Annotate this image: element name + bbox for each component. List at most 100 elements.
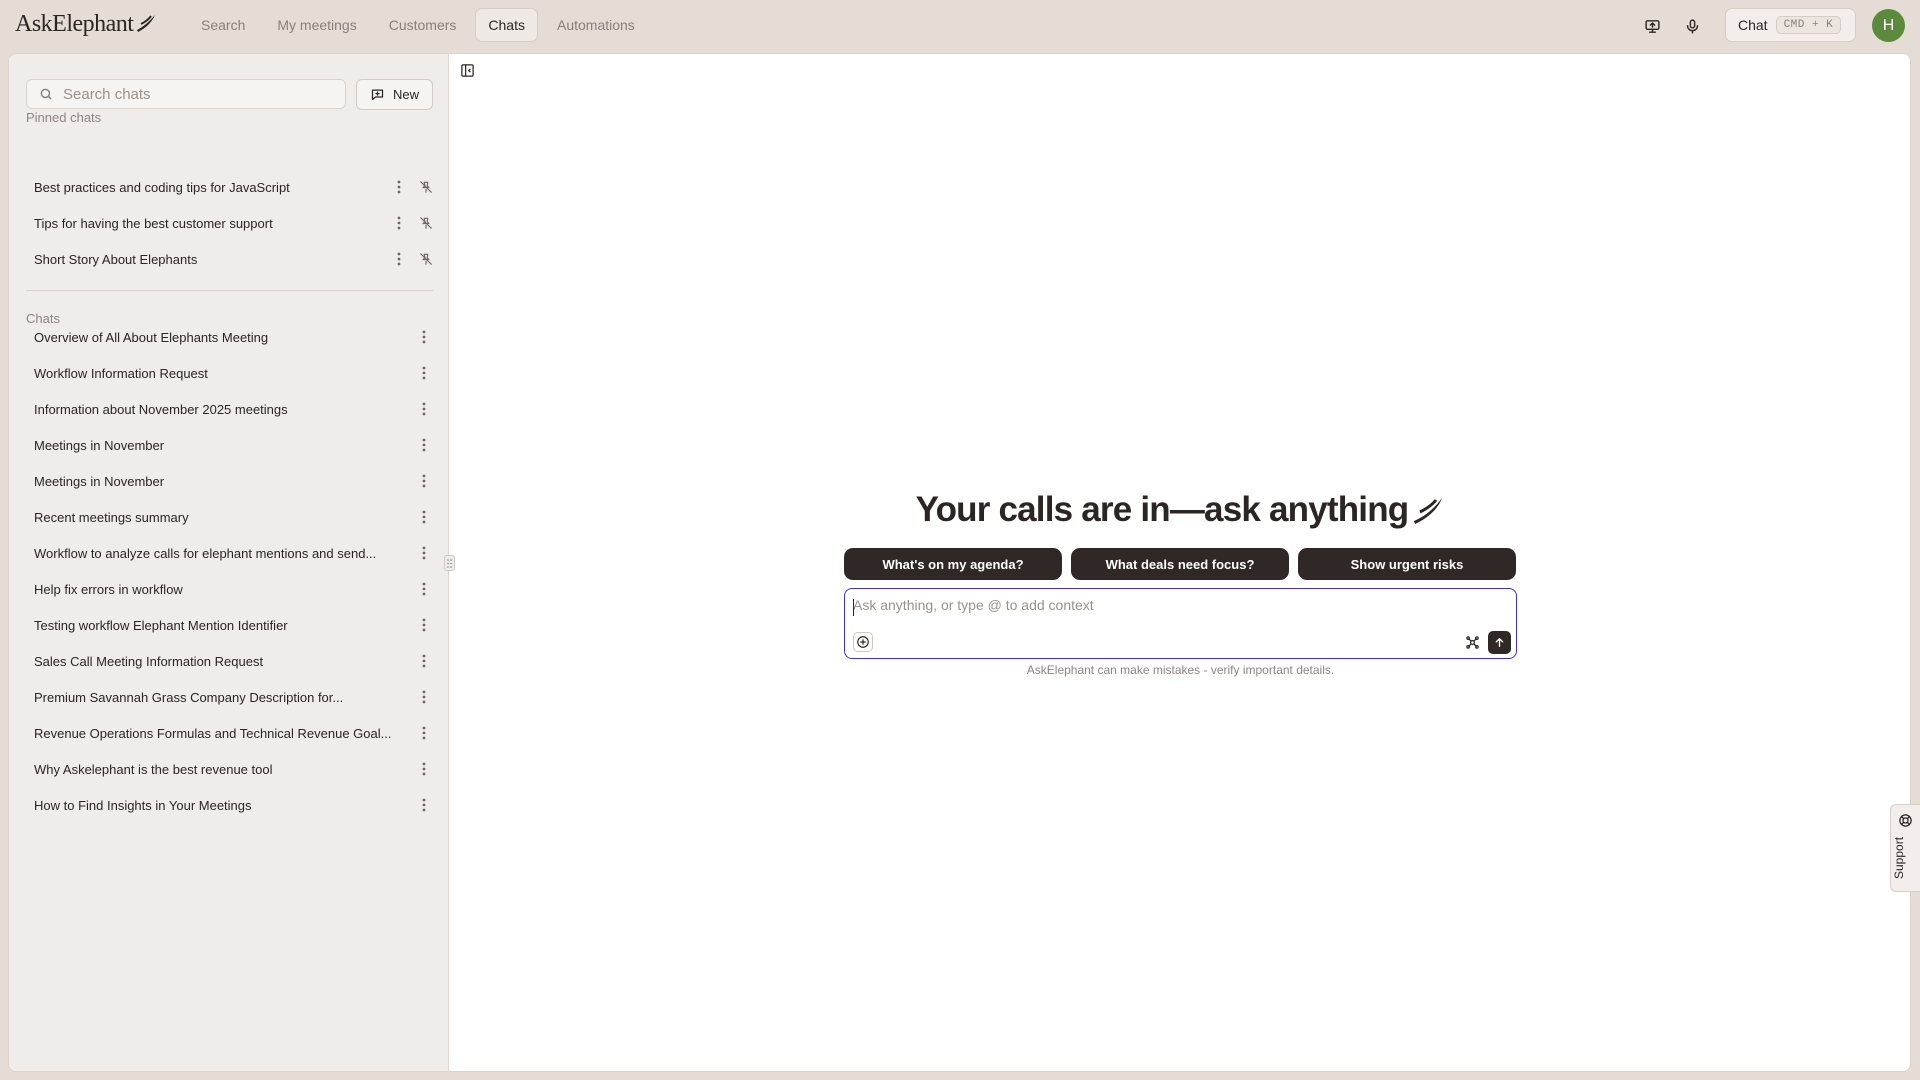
more-options-icon[interactable] bbox=[415, 796, 433, 814]
chat-list-item[interactable]: Overview of All About Elephants Meeting bbox=[21, 319, 441, 355]
lifebuoy-icon bbox=[1899, 814, 1912, 827]
nav-chats[interactable]: Chats bbox=[475, 8, 538, 42]
nav-my-meetings[interactable]: My meetings bbox=[264, 8, 369, 42]
chat-shortcut-button[interactable]: Chat CMD + K bbox=[1725, 8, 1856, 42]
sidebar-resize-handle[interactable] bbox=[444, 555, 455, 571]
chat-list-item[interactable]: Recent meetings summary bbox=[21, 499, 441, 535]
support-label: Support bbox=[1892, 836, 1906, 879]
more-options-icon[interactable] bbox=[390, 178, 408, 196]
hero-heading: Your calls are in—ask anything bbox=[450, 490, 1910, 530]
unpin-icon[interactable] bbox=[417, 178, 435, 196]
more-options-icon[interactable] bbox=[415, 616, 433, 634]
more-options-icon[interactable] bbox=[415, 508, 433, 526]
chat-title: Help fix errors in workflow bbox=[34, 581, 183, 597]
more-options-icon[interactable] bbox=[415, 580, 433, 598]
pinned-chats-heading: Pinned chats bbox=[26, 110, 102, 125]
app-logo-text: AskElephant bbox=[15, 11, 134, 37]
more-options-icon[interactable] bbox=[415, 436, 433, 454]
chat-title: Meetings in November bbox=[34, 437, 165, 453]
user-avatar[interactable]: H bbox=[1872, 9, 1905, 42]
unpin-icon[interactable] bbox=[417, 214, 435, 232]
disclaimer-text: AskElephant can make mistakes - verify i… bbox=[1026, 663, 1335, 677]
collapse-sidebar-icon[interactable] bbox=[458, 61, 476, 79]
nav-customers[interactable]: Customers bbox=[376, 8, 470, 42]
grip-icon bbox=[447, 558, 452, 568]
suggestion-agenda-button[interactable]: What's on my agenda? bbox=[844, 548, 1062, 580]
chat-list-item[interactable]: How to Find Insights in Your Meetings bbox=[21, 787, 441, 823]
chat-title: Premium Savannah Grass Company Descripti… bbox=[34, 689, 344, 705]
chat-title: Overview of All About Elephants Meeting bbox=[34, 329, 269, 345]
more-options-icon[interactable] bbox=[415, 652, 433, 670]
more-options-icon[interactable] bbox=[415, 544, 433, 562]
chat-list-item[interactable]: Help fix errors in workflow bbox=[21, 571, 441, 607]
search-chats-input[interactable] bbox=[63, 85, 323, 103]
search-chats-box[interactable] bbox=[26, 79, 346, 109]
chat-title: Short Story About Elephants bbox=[34, 251, 198, 267]
chat-title: Workflow to analyze calls for elephant m… bbox=[34, 545, 377, 561]
chat-title: Testing workflow Elephant Mention Identi… bbox=[34, 617, 288, 633]
chat-title: Meetings in November bbox=[34, 473, 165, 489]
microphone-icon[interactable] bbox=[1680, 14, 1704, 38]
nav-automations[interactable]: Automations bbox=[544, 8, 648, 42]
more-options-icon[interactable] bbox=[415, 364, 433, 382]
support-tab[interactable]: Support bbox=[1890, 804, 1920, 892]
pinned-chat-item[interactable]: Short Story About Elephants bbox=[21, 241, 441, 277]
add-context-icon[interactable] bbox=[853, 632, 873, 652]
more-options-icon[interactable] bbox=[415, 688, 433, 706]
chat-list-item[interactable]: Workflow to analyze calls for elephant m… bbox=[21, 535, 441, 571]
more-options-icon[interactable] bbox=[415, 724, 433, 742]
chat-list-item[interactable]: Testing workflow Elephant Mention Identi… bbox=[21, 607, 441, 643]
more-options-icon[interactable] bbox=[415, 400, 433, 418]
new-chat-button[interactable]: New bbox=[356, 79, 433, 110]
composer-input[interactable] bbox=[853, 597, 1503, 613]
chat-list-item[interactable]: Why Askelephant is the best revenue tool bbox=[21, 751, 441, 787]
chat-composer bbox=[844, 588, 1517, 659]
unpin-icon[interactable] bbox=[417, 250, 435, 268]
suggestion-deals-button[interactable]: What deals need focus? bbox=[1071, 548, 1289, 580]
chat-title: Recent meetings summary bbox=[34, 509, 189, 525]
screen-share-icon[interactable] bbox=[1640, 14, 1664, 38]
top-bar: AskElephant Search My meetings Customers… bbox=[0, 0, 1920, 53]
search-icon bbox=[40, 88, 52, 100]
chat-sidebar: New Pinned chats Best practices and codi… bbox=[9, 54, 449, 1071]
sidebar-divider bbox=[26, 290, 433, 291]
nav-search[interactable]: Search bbox=[188, 8, 258, 42]
more-options-icon[interactable] bbox=[390, 214, 408, 232]
elephant-trunk-icon bbox=[137, 14, 156, 32]
elephant-trunk-icon bbox=[1414, 498, 1443, 524]
suggestion-pills: What's on my agenda? What deals need foc… bbox=[844, 548, 1516, 580]
more-options-icon[interactable] bbox=[415, 472, 433, 490]
pinned-chat-item[interactable]: Best practices and coding tips for JavaS… bbox=[21, 169, 441, 205]
main-nav: Search My meetings Customers Chats Autom… bbox=[188, 8, 648, 42]
chat-title: Revenue Operations Formulas and Technica… bbox=[34, 725, 392, 741]
app-logo[interactable]: AskElephant bbox=[15, 11, 157, 38]
more-options-icon[interactable] bbox=[415, 328, 433, 346]
new-chat-icon bbox=[371, 89, 384, 101]
arrow-up-icon bbox=[1495, 638, 1504, 647]
keyboard-shortcut: CMD + K bbox=[1775, 16, 1842, 34]
more-options-icon[interactable] bbox=[390, 250, 408, 268]
send-button[interactable] bbox=[1488, 631, 1511, 654]
chat-list-item[interactable]: Premium Savannah Grass Company Descripti… bbox=[21, 679, 441, 715]
chat-title: Tips for having the best customer suppor… bbox=[34, 215, 273, 231]
app-frame: New Pinned chats Best practices and codi… bbox=[8, 53, 1911, 1072]
pinned-chat-item[interactable]: Tips for having the best customer suppor… bbox=[21, 205, 441, 241]
chat-list-item[interactable]: Information about November 2025 meetings bbox=[21, 391, 441, 427]
hero-text: Your calls are in—ask anything bbox=[915, 490, 1410, 529]
chat-title: Sales Call Meeting Information Request bbox=[34, 653, 264, 669]
chat-button-label: Chat bbox=[1738, 17, 1768, 33]
text-caret bbox=[853, 599, 854, 616]
chat-title: How to Find Insights in Your Meetings bbox=[34, 797, 252, 813]
new-chat-label: New bbox=[392, 87, 419, 102]
more-options-icon[interactable] bbox=[415, 760, 433, 778]
tools-icon[interactable] bbox=[1464, 634, 1481, 651]
chat-title: Workflow Information Request bbox=[34, 365, 208, 381]
chat-list-item[interactable]: Meetings in November bbox=[21, 427, 441, 463]
chat-list-item[interactable]: Workflow Information Request bbox=[21, 355, 441, 391]
chat-list-item[interactable]: Sales Call Meeting Information Request bbox=[21, 643, 441, 679]
chat-list-item[interactable]: Meetings in November bbox=[21, 463, 441, 499]
chat-title: Why Askelephant is the best revenue tool bbox=[34, 761, 273, 777]
chat-title: Information about November 2025 meetings bbox=[34, 401, 288, 417]
suggestion-risks-button[interactable]: Show urgent risks bbox=[1298, 548, 1516, 580]
chat-list-item[interactable]: Revenue Operations Formulas and Technica… bbox=[21, 715, 441, 751]
